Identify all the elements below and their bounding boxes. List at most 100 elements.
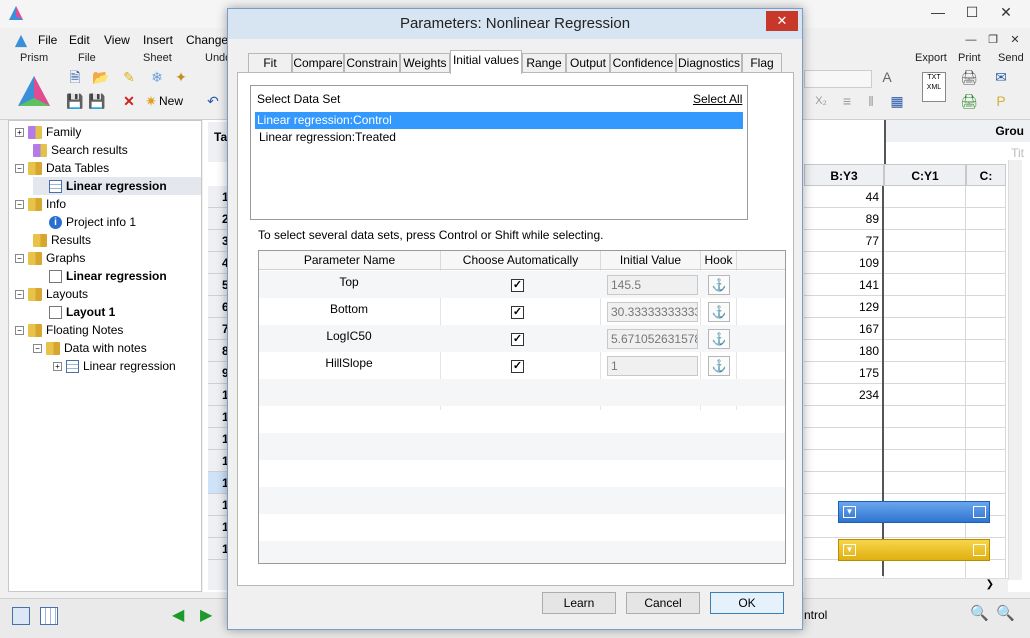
table-cell[interactable] — [966, 208, 1006, 230]
table-cell[interactable] — [884, 318, 966, 340]
note-collapse-icon[interactable]: ▼ — [843, 506, 856, 518]
tree-data-with-notes[interactable]: − Data with notes — [33, 339, 147, 357]
tree-linear-regression-notes[interactable]: + Linear regression — [53, 357, 176, 375]
mdi-restore-icon[interactable]: ❐ — [984, 30, 1002, 50]
table-cell[interactable]: 89 — [804, 208, 884, 230]
dialog-close-icon[interactable]: ✕ — [766, 11, 798, 31]
magic-wand-icon[interactable]: ✦ — [172, 68, 190, 86]
close-icon[interactable]: ✕ — [992, 2, 1020, 22]
columns-icon[interactable]: ‖ — [862, 92, 880, 110]
choose-automatically-checkbox[interactable]: ✓ — [511, 279, 524, 292]
select-all-link[interactable]: Select All — [693, 92, 742, 106]
table-cell[interactable] — [884, 208, 966, 230]
previous-sheet-icon[interactable]: ◀ — [172, 605, 184, 625]
table-cell[interactable] — [966, 230, 1006, 252]
tab-compare[interactable]: Compare — [292, 53, 344, 73]
menu-view[interactable]: View — [104, 33, 130, 47]
tab-initial-values[interactable]: Initial values — [450, 50, 522, 74]
table-cell[interactable] — [884, 428, 966, 450]
new-sheet-button[interactable]: New — [159, 94, 183, 108]
dataset-item[interactable]: Linear regression:Treated — [257, 129, 745, 146]
collapse-icon[interactable]: − — [15, 254, 24, 264]
hook-icon[interactable]: ⚓ — [708, 356, 730, 376]
collapse-icon[interactable]: − — [15, 290, 24, 300]
tree-layout-1[interactable]: Layout 1 — [49, 303, 115, 321]
collapse-icon[interactable]: − — [15, 200, 24, 210]
table-cell[interactable]: 167 — [804, 318, 884, 340]
new-file-icon[interactable]: 🗎 — [66, 68, 84, 86]
tree-linear-regression-graph[interactable]: Linear regression — [49, 267, 167, 285]
table-cell[interactable] — [884, 362, 966, 384]
initial-value-field[interactable]: 145.5 — [607, 275, 698, 295]
print-preview-icon[interactable]: 🖨 — [960, 92, 978, 110]
print-icon[interactable]: 🖨 — [960, 68, 978, 86]
collapse-icon[interactable]: − — [33, 344, 42, 354]
tab-range[interactable]: Range — [522, 53, 566, 73]
table-cell[interactable] — [966, 296, 1006, 318]
hook-icon[interactable]: ⚓ — [708, 302, 730, 322]
cancel-button[interactable]: Cancel — [626, 592, 700, 614]
column-header-c[interactable]: C:Y1 — [884, 164, 966, 186]
tab-fit[interactable]: Fit — [248, 53, 292, 73]
table-cell[interactable] — [966, 450, 1006, 472]
tab-confidence[interactable]: Confidence — [610, 53, 676, 73]
subscript-icon[interactable]: X₂ — [812, 92, 830, 110]
table-cell[interactable] — [966, 186, 1006, 208]
choose-automatically-checkbox[interactable]: ✓ — [511, 360, 524, 373]
delete-icon[interactable]: ✕ — [120, 92, 138, 110]
export-txt-xml-icon[interactable]: TXT XML — [922, 72, 946, 102]
view-sheet-icon[interactable] — [12, 607, 30, 625]
table-cell[interactable] — [966, 472, 1006, 494]
menu-insert[interactable]: Insert — [143, 33, 173, 47]
font-select[interactable] — [804, 70, 872, 88]
hook-icon[interactable]: ⚓ — [708, 275, 730, 295]
tab-weights[interactable]: Weights — [400, 53, 450, 73]
highlight-icon[interactable]: ✎ — [120, 68, 138, 86]
choose-automatically-checkbox[interactable]: ✓ — [511, 333, 524, 346]
table-cell[interactable] — [884, 296, 966, 318]
table-cell[interactable]: 234 — [804, 384, 884, 406]
prism-big-logo-icon[interactable] — [16, 74, 52, 108]
tree-linear-regression-table[interactable]: Linear regression — [33, 177, 201, 195]
table-cell[interactable] — [804, 472, 884, 494]
floating-note-yellow[interactable]: ▼ — [838, 539, 990, 561]
table-cell[interactable] — [884, 340, 966, 362]
column-header-b[interactable]: B:Y3 — [804, 164, 884, 186]
table-cell[interactable] — [884, 472, 966, 494]
tab-diagnostics[interactable]: Diagnostics — [676, 53, 742, 73]
initial-value-field[interactable]: 30.3333333333333 — [607, 302, 698, 322]
tree-search-results[interactable]: Search results — [33, 141, 128, 159]
floating-note-blue[interactable]: ▼ — [838, 501, 990, 523]
ok-button[interactable]: OK — [710, 592, 784, 614]
table-cell[interactable]: 129 — [804, 296, 884, 318]
maximize-icon[interactable]: ☐ — [958, 2, 986, 22]
table-cell[interactable]: 141 — [804, 274, 884, 296]
initial-value-field[interactable]: 1 — [607, 356, 698, 376]
table-cell[interactable] — [966, 362, 1006, 384]
send-ppt-icon[interactable]: P — [992, 92, 1010, 110]
table-cell[interactable] — [884, 230, 966, 252]
table-cell[interactable]: 109 — [804, 252, 884, 274]
tree-results[interactable]: Results — [33, 231, 91, 249]
menu-file[interactable]: File — [38, 33, 57, 47]
note-collapse-icon[interactable]: ▼ — [843, 544, 856, 556]
tree-graphs[interactable]: − Graphs — [15, 249, 85, 267]
table-cell[interactable] — [966, 340, 1006, 362]
expand-icon[interactable]: + — [53, 362, 62, 372]
table-cell[interactable] — [884, 384, 966, 406]
learn-button[interactable]: Learn — [542, 592, 616, 614]
table-cell[interactable] — [804, 428, 884, 450]
vertical-scrollbar[interactable] — [1008, 160, 1022, 580]
tree-floating-notes[interactable]: − Floating Notes — [15, 321, 123, 339]
dataset-listbox[interactable]: Select Data Set Select All Linear regres… — [250, 85, 748, 220]
table-cell[interactable] — [804, 406, 884, 428]
collapse-icon[interactable]: − — [15, 164, 24, 174]
initial-value-field[interactable]: 5.67105263157895 — [607, 329, 698, 349]
hook-icon[interactable]: ⚓ — [708, 329, 730, 349]
tree-project-info[interactable]: i Project info 1 — [49, 213, 136, 231]
tree-info[interactable]: − Info — [15, 195, 66, 213]
dataset-item[interactable]: Linear regression:Control — [255, 112, 743, 129]
collapse-icon[interactable]: − — [15, 326, 24, 336]
snowflake-icon[interactable]: ❄ — [148, 68, 166, 86]
table-cell[interactable] — [884, 252, 966, 274]
